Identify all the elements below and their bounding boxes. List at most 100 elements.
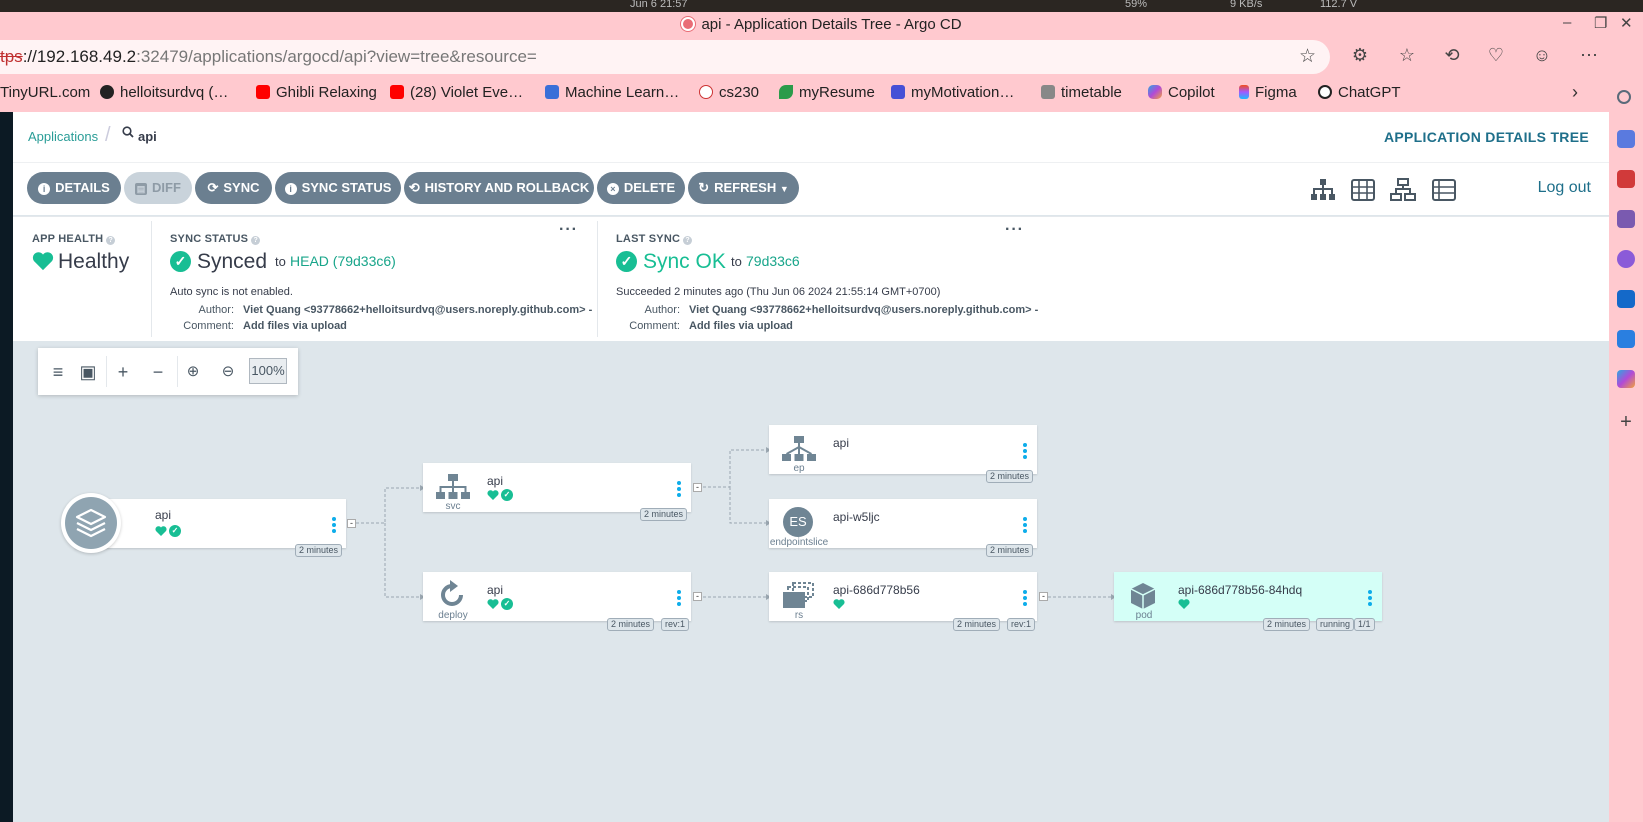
age-tag: 2 minutes [295,544,343,557]
heart-icon [155,526,167,536]
node-name: api-686d778b56-84hdq [1178,583,1303,597]
extensions-icon[interactable]: ⚙ [1348,45,1372,66]
send-icon[interactable] [1617,330,1635,348]
node-menu-icon[interactable] [677,590,681,606]
bookmarks-bar: TinyURL.com helloitsurdvq (… Ghibli Rela… [0,80,1600,108]
collapse-toggle[interactable]: - [693,483,702,492]
profile-avatar-icon[interactable]: ☺ [1530,45,1554,66]
pod-node[interactable]: pod api-686d778b56-84hdq [1114,572,1382,621]
maximize-icon[interactable]: ❐ [1594,14,1607,32]
heart-icon [833,599,845,609]
network-icon [436,474,470,499]
more-menu-icon[interactable]: ⋯ [1577,45,1601,66]
add-icon[interactable]: + [1617,412,1635,432]
bookmark-item[interactable]: Ghibli Relaxing [256,84,377,101]
os-power: 112.7 V [1320,0,1358,10]
deploy-node[interactable]: deploy api ✓ [423,572,691,621]
m365-icon[interactable] [1617,250,1635,268]
bookmark-item[interactable]: myMotivation… [891,84,1014,101]
node-menu-icon[interactable] [1368,590,1372,606]
node-name: api [833,436,850,450]
heart-icon [487,599,499,609]
bookmark-item[interactable]: cs230 [699,84,759,101]
node-menu-icon[interactable] [1023,517,1027,533]
svc-node[interactable]: svc api ✓ [423,463,691,512]
bookmark-item[interactable]: timetable [1041,84,1122,101]
ep-node[interactable]: ep api [769,425,1037,474]
bookmark-item[interactable]: myResume [779,84,875,101]
copilot-icon [1148,85,1162,99]
chevron-right-icon[interactable]: › [1572,82,1578,103]
node-kind: ep [793,463,805,474]
endpointslice-node[interactable]: ES endpointslice api-w5ljc [769,499,1037,548]
bookmark-item[interactable]: helloitsurdvq (… [100,84,228,101]
games-icon[interactable] [1617,210,1635,228]
figma-icon [1239,85,1249,99]
bookmark-item[interactable]: ChatGPT [1318,84,1401,101]
node-kind: rs [794,610,804,621]
copilot-icon[interactable] [1617,370,1635,388]
heart-icon [487,490,499,500]
node-name: api-w5ljc [833,510,880,524]
youtube-icon [256,85,270,99]
os-network: 9 KB/s [1230,0,1263,10]
window-title: api - Application Details Tree - Argo CD [0,16,1643,33]
node-name: api [487,474,504,488]
collapse-toggle[interactable]: - [1039,592,1048,601]
app-node-icon [61,493,121,553]
es-badge-icon: ES [783,507,813,537]
node-kind: svc [445,501,461,512]
node-kind: endpointslice [769,537,829,548]
node-menu-icon[interactable] [1023,590,1027,606]
age-tag: 2 minutes [607,618,655,631]
layers-icon [65,497,117,549]
toolbox-icon[interactable] [1617,170,1635,188]
bookmark-item[interactable]: Copilot [1148,84,1215,101]
node-kind: deploy [438,610,468,621]
node-name: api [487,583,504,597]
age-tag: 2 minutes [953,618,1001,631]
age-tag: 2 minutes [1263,618,1311,631]
bookmark-item[interactable]: Machine Learn… [545,84,679,101]
close-icon[interactable]: ✕ [1620,14,1633,32]
node-menu-icon[interactable] [677,481,681,497]
search-icon[interactable] [1617,90,1631,104]
collapse-toggle[interactable]: - [347,519,356,528]
containers-tag: 1/1 [1354,618,1375,631]
chatgpt-icon [1318,85,1332,99]
favorite-star-icon[interactable]: ☆ [1299,45,1316,68]
tag-icon[interactable] [1617,130,1635,148]
cube-icon [1130,583,1156,609]
age-tag: 2 minutes [986,470,1034,483]
bookmark-item[interactable]: (28) Violet Eve… [390,84,523,101]
app-icon [891,85,905,99]
bookmark-item[interactable]: TinyURL.com [0,84,90,101]
left-dark-strip [0,112,13,822]
synced-check-icon: ✓ [501,598,513,610]
revision-tag: rev:1 [661,618,690,631]
node-name: api-686d778b56 [833,583,920,597]
rs-node[interactable]: rs api-686d778b56 [769,572,1037,621]
endpoint-icon [782,436,816,461]
replicaset-icon [783,582,814,608]
minimize-icon[interactable]: – [1563,14,1571,31]
address-bar[interactable]: tps://192.168.49.2:32479/applications/ar… [0,40,1330,74]
bookmark-item[interactable]: Figma [1239,84,1297,101]
argo-app: Applications / api APPLICATION DETAILS T… [13,112,1609,822]
url-text[interactable]: tps://192.168.49.2:32479/applications/ar… [0,47,537,67]
history-icon[interactable]: ⟲ [1440,45,1464,66]
collapse-toggle[interactable]: - [693,592,702,601]
favorites-icon[interactable]: ☆ [1395,45,1419,66]
os-clock: Jun 6 21:57 [630,0,688,10]
age-tag: 2 minutes [640,508,688,521]
age-tag: 2 minutes [986,544,1034,557]
os-battery: 59% [1125,0,1148,10]
outlook-icon[interactable] [1617,290,1635,308]
image-icon [545,85,559,99]
node-menu-icon[interactable] [332,517,336,533]
os-top-bar: Jun 6 21:57 59% 9 KB/s 112.7 V [0,0,1643,12]
rotate-icon [441,580,463,606]
health-icon[interactable]: ♡ [1484,45,1508,66]
info-icon [699,85,713,99]
node-menu-icon[interactable] [1023,443,1027,459]
